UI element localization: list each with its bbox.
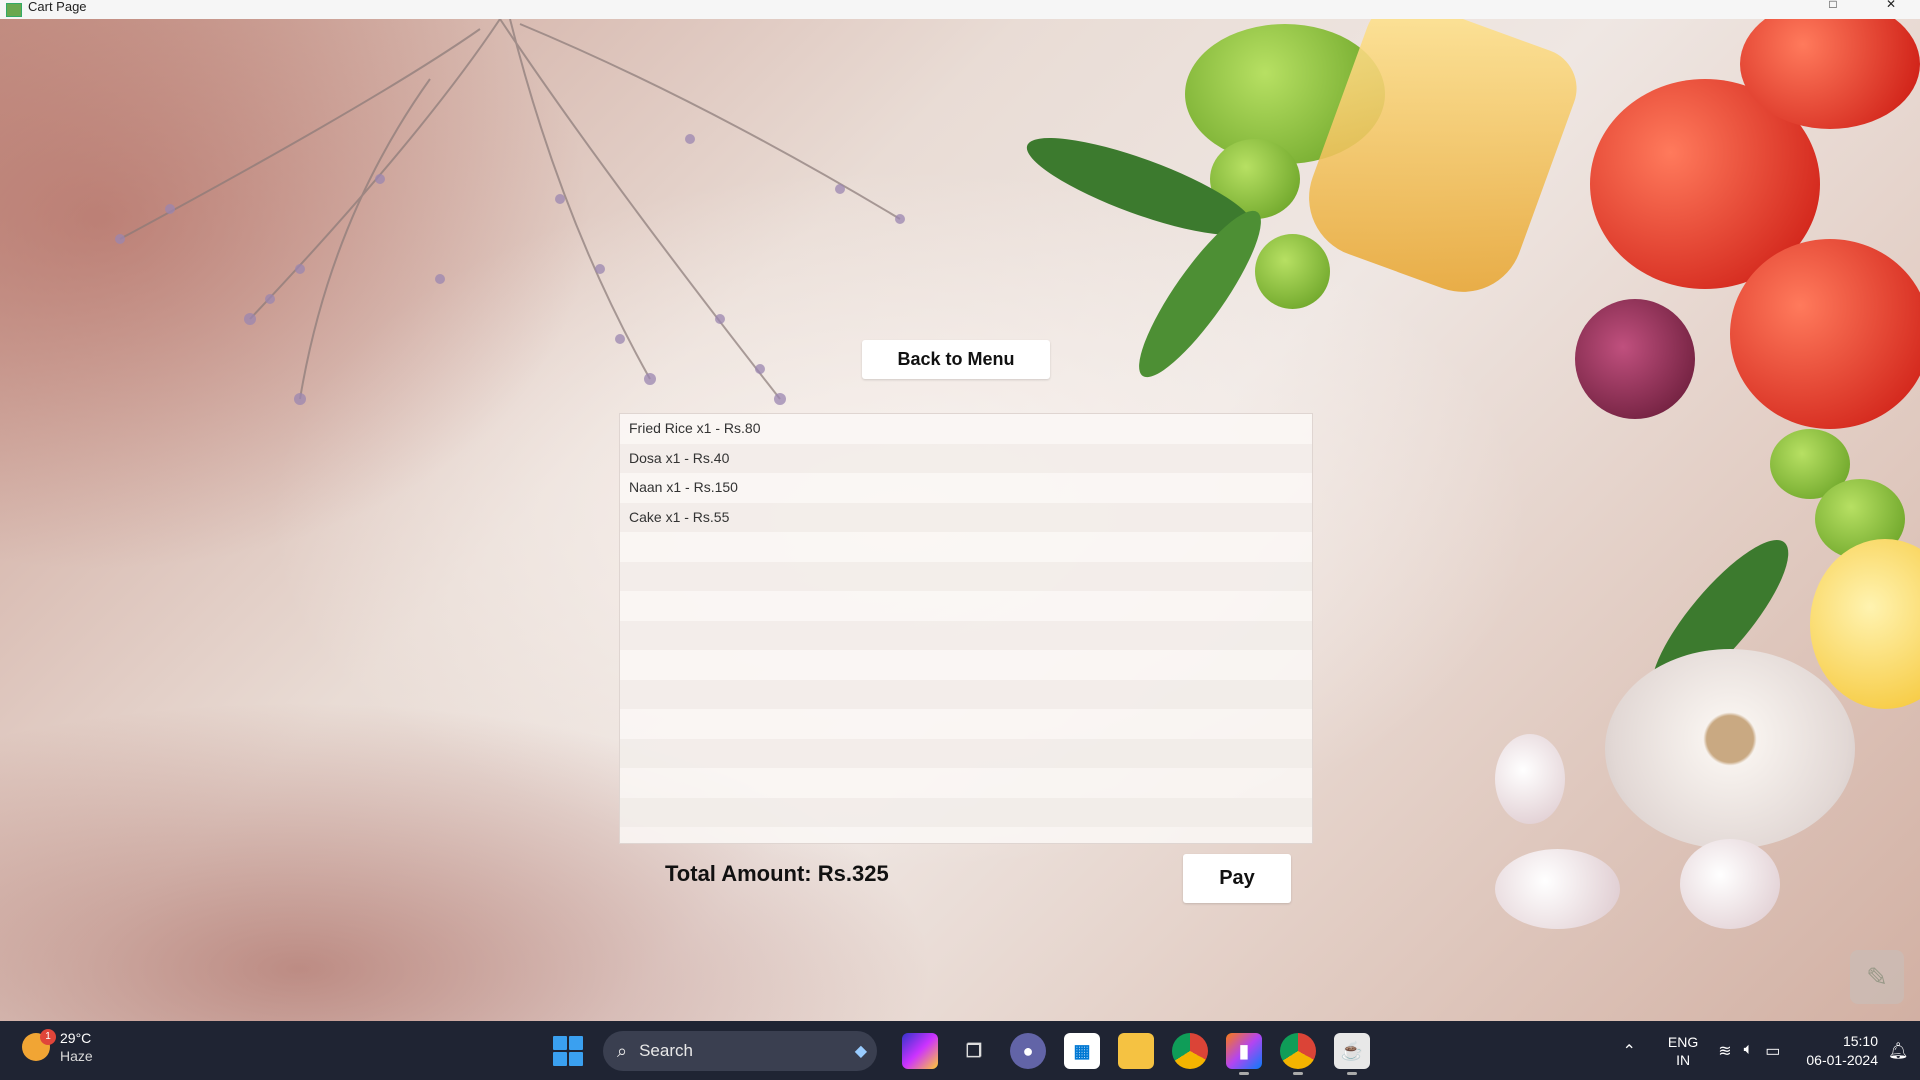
- cart-item[interactable]: Naan x1 - Rs.150: [620, 473, 1312, 503]
- maximize-icon[interactable]: □: [1804, 0, 1862, 19]
- weather-temperature: 29°C: [60, 1030, 92, 1046]
- language-indicator[interactable]: ENG IN: [1668, 1033, 1698, 1069]
- garlic-clove-image: [1680, 839, 1780, 929]
- empty-row: [620, 620, 1312, 650]
- notification-bell-icon[interactable]: 🔔︎: [1888, 1041, 1908, 1061]
- windows-start-icon[interactable]: [553, 1036, 583, 1066]
- empty-row: [620, 650, 1312, 680]
- weather-widget[interactable]: 1 29°C Haze: [22, 1029, 93, 1065]
- empty-row: [620, 709, 1312, 739]
- cart-items-list[interactable]: Fried Rice x1 - Rs.80 Dosa x1 - Rs.40 Na…: [619, 413, 1313, 844]
- empty-row: [620, 532, 1312, 562]
- back-to-menu-button[interactable]: Back to Menu: [862, 340, 1050, 379]
- window-title: Cart Page: [28, 0, 87, 14]
- empty-row: [620, 591, 1312, 621]
- copilot-icon[interactable]: [902, 1033, 938, 1069]
- total-amount-label: Total Amount: Rs.325: [665, 861, 889, 886]
- tomato-image: [1730, 239, 1920, 429]
- garlic-clove-image: [1495, 734, 1565, 824]
- search-highlight-icon: ◆: [854, 1043, 867, 1060]
- empty-row: [620, 768, 1312, 798]
- file-explorer-icon[interactable]: [1118, 1033, 1154, 1069]
- cart-item[interactable]: Dosa x1 - Rs.40: [620, 443, 1312, 473]
- microsoft-store-icon[interactable]: ▦: [1064, 1033, 1100, 1069]
- weather-icon: 1: [22, 1029, 56, 1061]
- weather-condition: Haze: [60, 1048, 93, 1064]
- cart-item[interactable]: Cake x1 - Rs.55: [620, 502, 1312, 532]
- chrome-profile-icon[interactable]: [1280, 1033, 1316, 1075]
- garlic-clove-image: [1495, 849, 1620, 929]
- garlic-image: [1605, 649, 1855, 849]
- clock-date: 06-01-2024: [1806, 1051, 1878, 1068]
- task-view-icon[interactable]: ❐: [956, 1033, 992, 1069]
- search-icon: ⌕: [617, 1040, 628, 1061]
- volume-icon[interactable]: 🔈︎: [1744, 1041, 1754, 1061]
- flower-branches-illustration: [115, 19, 905, 405]
- wifi-icon[interactable]: ≋: [1718, 1041, 1731, 1061]
- system-clock[interactable]: 15:10 06-01-2024: [1806, 1032, 1878, 1070]
- pen-icon[interactable]: ✎: [1850, 950, 1904, 1004]
- app-icon: [6, 2, 22, 17]
- chevron-up-icon[interactable]: ⌃: [1622, 1041, 1635, 1061]
- empty-row: [620, 679, 1312, 709]
- notification-badge: 1: [40, 1029, 56, 1045]
- small-lime-image: [1255, 234, 1330, 309]
- onion-image: [1575, 299, 1695, 419]
- pay-button[interactable]: Pay: [1183, 854, 1291, 903]
- close-icon[interactable]: ✕: [1862, 0, 1920, 19]
- region-code: IN: [1676, 1051, 1691, 1068]
- battery-icon[interactable]: ▭: [1765, 1041, 1780, 1061]
- cart-item[interactable]: Fried Rice x1 - Rs.80: [620, 414, 1312, 444]
- empty-row: [620, 797, 1312, 827]
- teams-chat-icon[interactable]: ●: [1010, 1033, 1046, 1069]
- search-placeholder: Search: [639, 1041, 693, 1060]
- empty-row: [620, 738, 1312, 768]
- intellij-icon[interactable]: ▮: [1226, 1033, 1262, 1075]
- taskbar-search-box[interactable]: ⌕ Search ◆: [603, 1031, 877, 1071]
- chrome-icon[interactable]: [1172, 1033, 1208, 1069]
- lemon-image: [1810, 539, 1920, 709]
- window-titlebar: Cart Page □ ✕: [0, 0, 1920, 19]
- empty-row: [620, 561, 1312, 591]
- taskbar: 1 29°C Haze ⌕ Search ◆ ❐ ● ▦ ▮ ☕ ⌃ ENG I…: [0, 1021, 1920, 1080]
- empty-row: [620, 827, 1312, 843]
- java-icon[interactable]: ☕: [1334, 1033, 1370, 1075]
- language-code: ENG: [1667, 1033, 1699, 1050]
- clock-time: 15:10: [1842, 1032, 1878, 1049]
